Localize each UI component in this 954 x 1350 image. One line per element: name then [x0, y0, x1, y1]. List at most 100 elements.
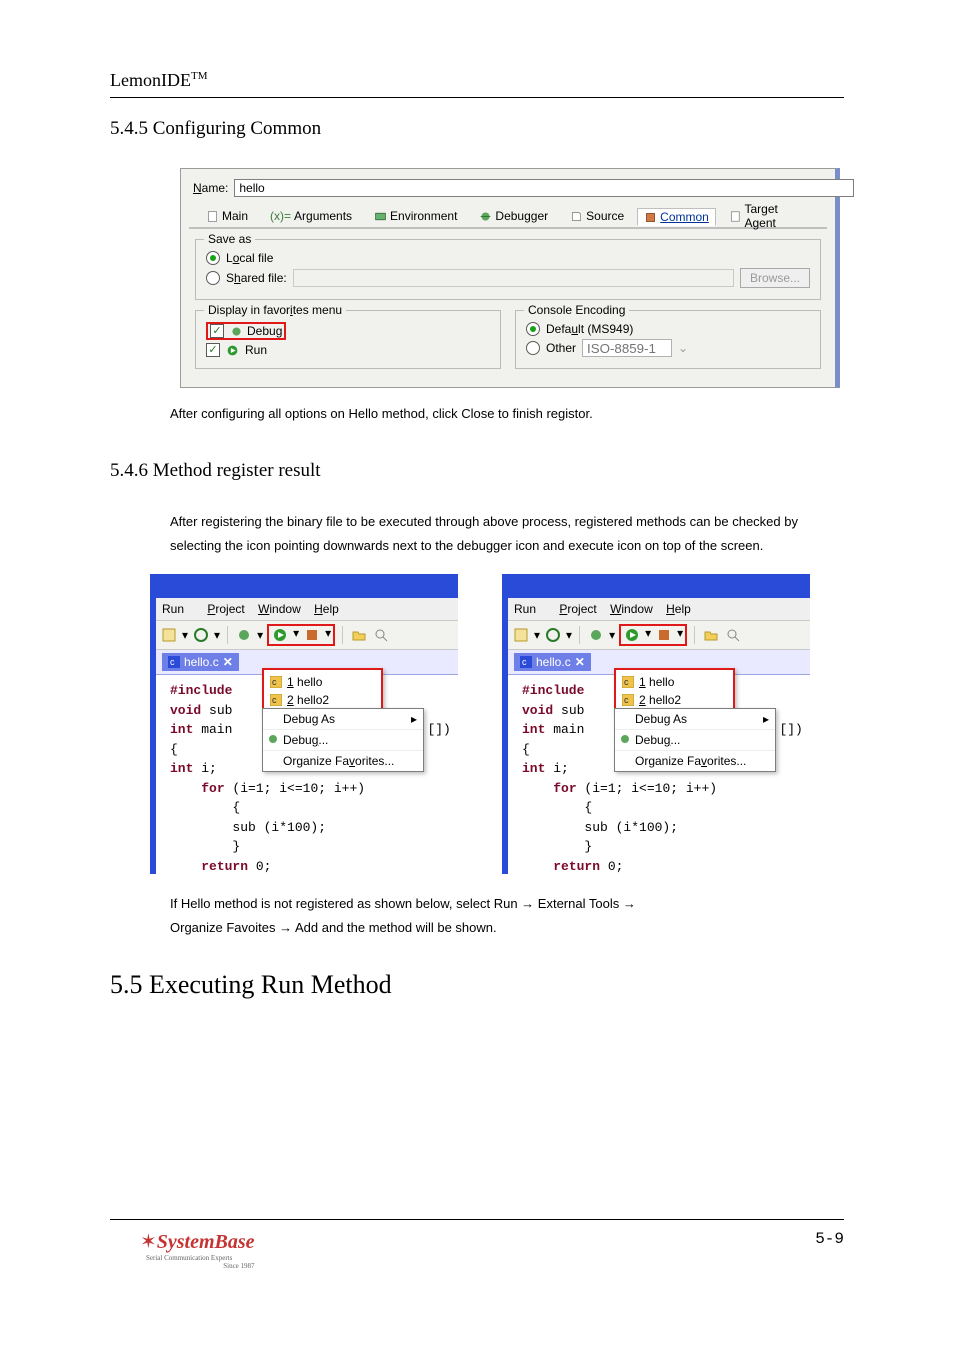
encoding-title: Console Encoding — [524, 303, 629, 317]
footer-rule — [110, 1219, 844, 1220]
ctx-debug[interactable]: Debug... — [615, 730, 775, 751]
toolbar: ▾ ▾ ▾ ▾ ▾ — [508, 621, 810, 650]
tabs-row: Main (x)= Arguments Environment Debugger… — [189, 205, 827, 229]
tab-arguments[interactable]: (x)= Arguments — [261, 206, 361, 226]
c-file-icon: c — [622, 676, 634, 688]
tab-common[interactable]: Common — [637, 208, 716, 226]
enc-other-combo — [582, 339, 672, 357]
context-menu: Debug As▸ Debug... Organize Favorites... — [262, 708, 424, 772]
editor-tab-hello[interactable]: c hello.c ✕ — [514, 653, 591, 671]
name-label: Name: — [193, 181, 228, 195]
ctx-debug[interactable]: Debug... — [263, 730, 423, 751]
shared-file-label: Shared file: — [226, 271, 287, 285]
heading-545: 5.4.5 Configuring Common — [110, 118, 844, 140]
menu-help[interactable]: Help — [666, 602, 691, 616]
menu-help[interactable]: Help — [314, 602, 339, 616]
svg-text:c: c — [272, 677, 277, 687]
fav-run-label: Run — [245, 343, 267, 357]
name-input[interactable] — [234, 179, 854, 197]
menubar: Run Project Window Help — [508, 598, 810, 621]
fav-run-checkbox[interactable]: ✓ — [206, 343, 220, 357]
dropdown-item-2hello2[interactable]: c2 hello2 — [270, 691, 375, 709]
close-icon[interactable]: ✕ — [575, 655, 585, 669]
c-file-icon: c — [622, 694, 634, 706]
page-icon — [729, 210, 742, 223]
build-icon[interactable] — [512, 626, 530, 644]
heading-55: 5.5 Executing Run Method — [110, 970, 844, 1000]
search-icon[interactable] — [372, 626, 390, 644]
page-number: 5-9 — [815, 1230, 844, 1248]
args-icon: (x)= — [270, 209, 291, 223]
target-icon[interactable] — [192, 626, 210, 644]
source-icon — [570, 210, 583, 223]
close-icon[interactable]: ✕ — [223, 655, 233, 669]
favorites-group: Display in favorites menu ✓ Debug ✓ Run — [195, 310, 501, 369]
search-icon[interactable] — [724, 626, 742, 644]
folder-icon[interactable] — [702, 626, 720, 644]
bug-icon — [230, 325, 243, 338]
encoding-group: Console Encoding Default (MS949) Other ⌄ — [515, 310, 821, 369]
c-file-icon: c — [270, 694, 282, 706]
favorites-title: Display in favorites menu — [204, 303, 346, 317]
run-icon[interactable] — [623, 626, 641, 644]
combo-chevron-icon: ⌄ — [678, 341, 688, 355]
tab-environment[interactable]: Environment — [365, 206, 466, 226]
run-icon — [226, 344, 239, 357]
ctx-organize-favorites[interactable]: Organize Favorites... — [615, 751, 775, 771]
enc-other-radio[interactable] — [526, 341, 540, 355]
target-icon[interactable] — [544, 626, 562, 644]
svg-text:c: c — [522, 657, 527, 667]
menu-run[interactable]: Run — [514, 602, 546, 616]
saveas-group: Save as Local file Shared file: Browse..… — [195, 239, 821, 300]
bug-icon — [619, 733, 631, 745]
svg-text:c: c — [272, 695, 277, 705]
heading-546: 5.4.6 Method register result — [110, 460, 844, 482]
saveas-title: Save as — [204, 232, 255, 246]
dropdown-item-2hello2[interactable]: c2 hello2 — [622, 691, 727, 709]
local-file-label: Local file — [226, 251, 273, 265]
tab-main[interactable]: Main — [197, 206, 257, 226]
toolbar: ▾ ▾ ▾ ▾ ▾ — [156, 621, 458, 650]
run-icon[interactable] — [271, 626, 289, 644]
dialog-frame: Name: Main (x)= Arguments Environment De… — [180, 168, 840, 388]
ctx-debug-as[interactable]: Debug As▸ — [615, 709, 775, 730]
ctx-debug-as[interactable]: Debug As▸ — [263, 709, 423, 730]
debug-icon[interactable] — [235, 626, 253, 644]
bug-icon — [479, 210, 492, 223]
dropdown-item-1hello[interactable]: c1 hello — [622, 673, 727, 691]
svg-text:c: c — [624, 677, 629, 687]
bug-icon — [267, 733, 279, 745]
tab-target-agent[interactable]: Target Agent — [720, 199, 819, 233]
ext-tools-icon[interactable] — [655, 626, 673, 644]
enc-default-radio[interactable] — [526, 322, 540, 336]
menu-project[interactable]: Project — [207, 602, 244, 616]
browse-button: Browse... — [740, 268, 810, 288]
menu-window[interactable]: Window — [610, 602, 653, 616]
header-rule — [110, 97, 844, 98]
svg-text:c: c — [170, 657, 175, 667]
enc-other-label: Other — [546, 341, 576, 355]
editor-tab-hello[interactable]: c hello.c ✕ — [162, 653, 239, 671]
fav-debug-checkbox[interactable]: ✓ — [210, 324, 224, 338]
c-file-icon: c — [520, 656, 532, 668]
menu-project[interactable]: Project — [559, 602, 596, 616]
build-icon[interactable] — [160, 626, 178, 644]
tab-source[interactable]: Source — [561, 206, 633, 226]
debug-icon[interactable] — [587, 626, 605, 644]
menu-run[interactable]: Run — [162, 602, 194, 616]
menu-window[interactable]: Window — [258, 602, 301, 616]
ctx-organize-favorites[interactable]: Organize Favorites... — [263, 751, 423, 771]
tab-debugger[interactable]: Debugger — [470, 206, 557, 226]
env-icon — [374, 210, 387, 223]
ext-tools-icon[interactable] — [303, 626, 321, 644]
dropdown-item-1hello[interactable]: c1 hello — [270, 673, 375, 691]
c-file-icon: c — [168, 656, 180, 668]
paragraph-545: After configuring all options on Hello m… — [170, 402, 844, 426]
page-icon — [206, 210, 219, 223]
folder-icon[interactable] — [350, 626, 368, 644]
ide-screenshot-left: Run Project Window Help ▾ ▾ ▾ ▾ ▾ — [150, 574, 458, 874]
local-file-radio[interactable] — [206, 251, 220, 265]
context-menu: Debug As▸ Debug... Organize Favorites... — [614, 708, 776, 772]
paragraph-note: If Hello method is not registered as sho… — [170, 892, 844, 940]
shared-file-radio[interactable] — [206, 271, 220, 285]
